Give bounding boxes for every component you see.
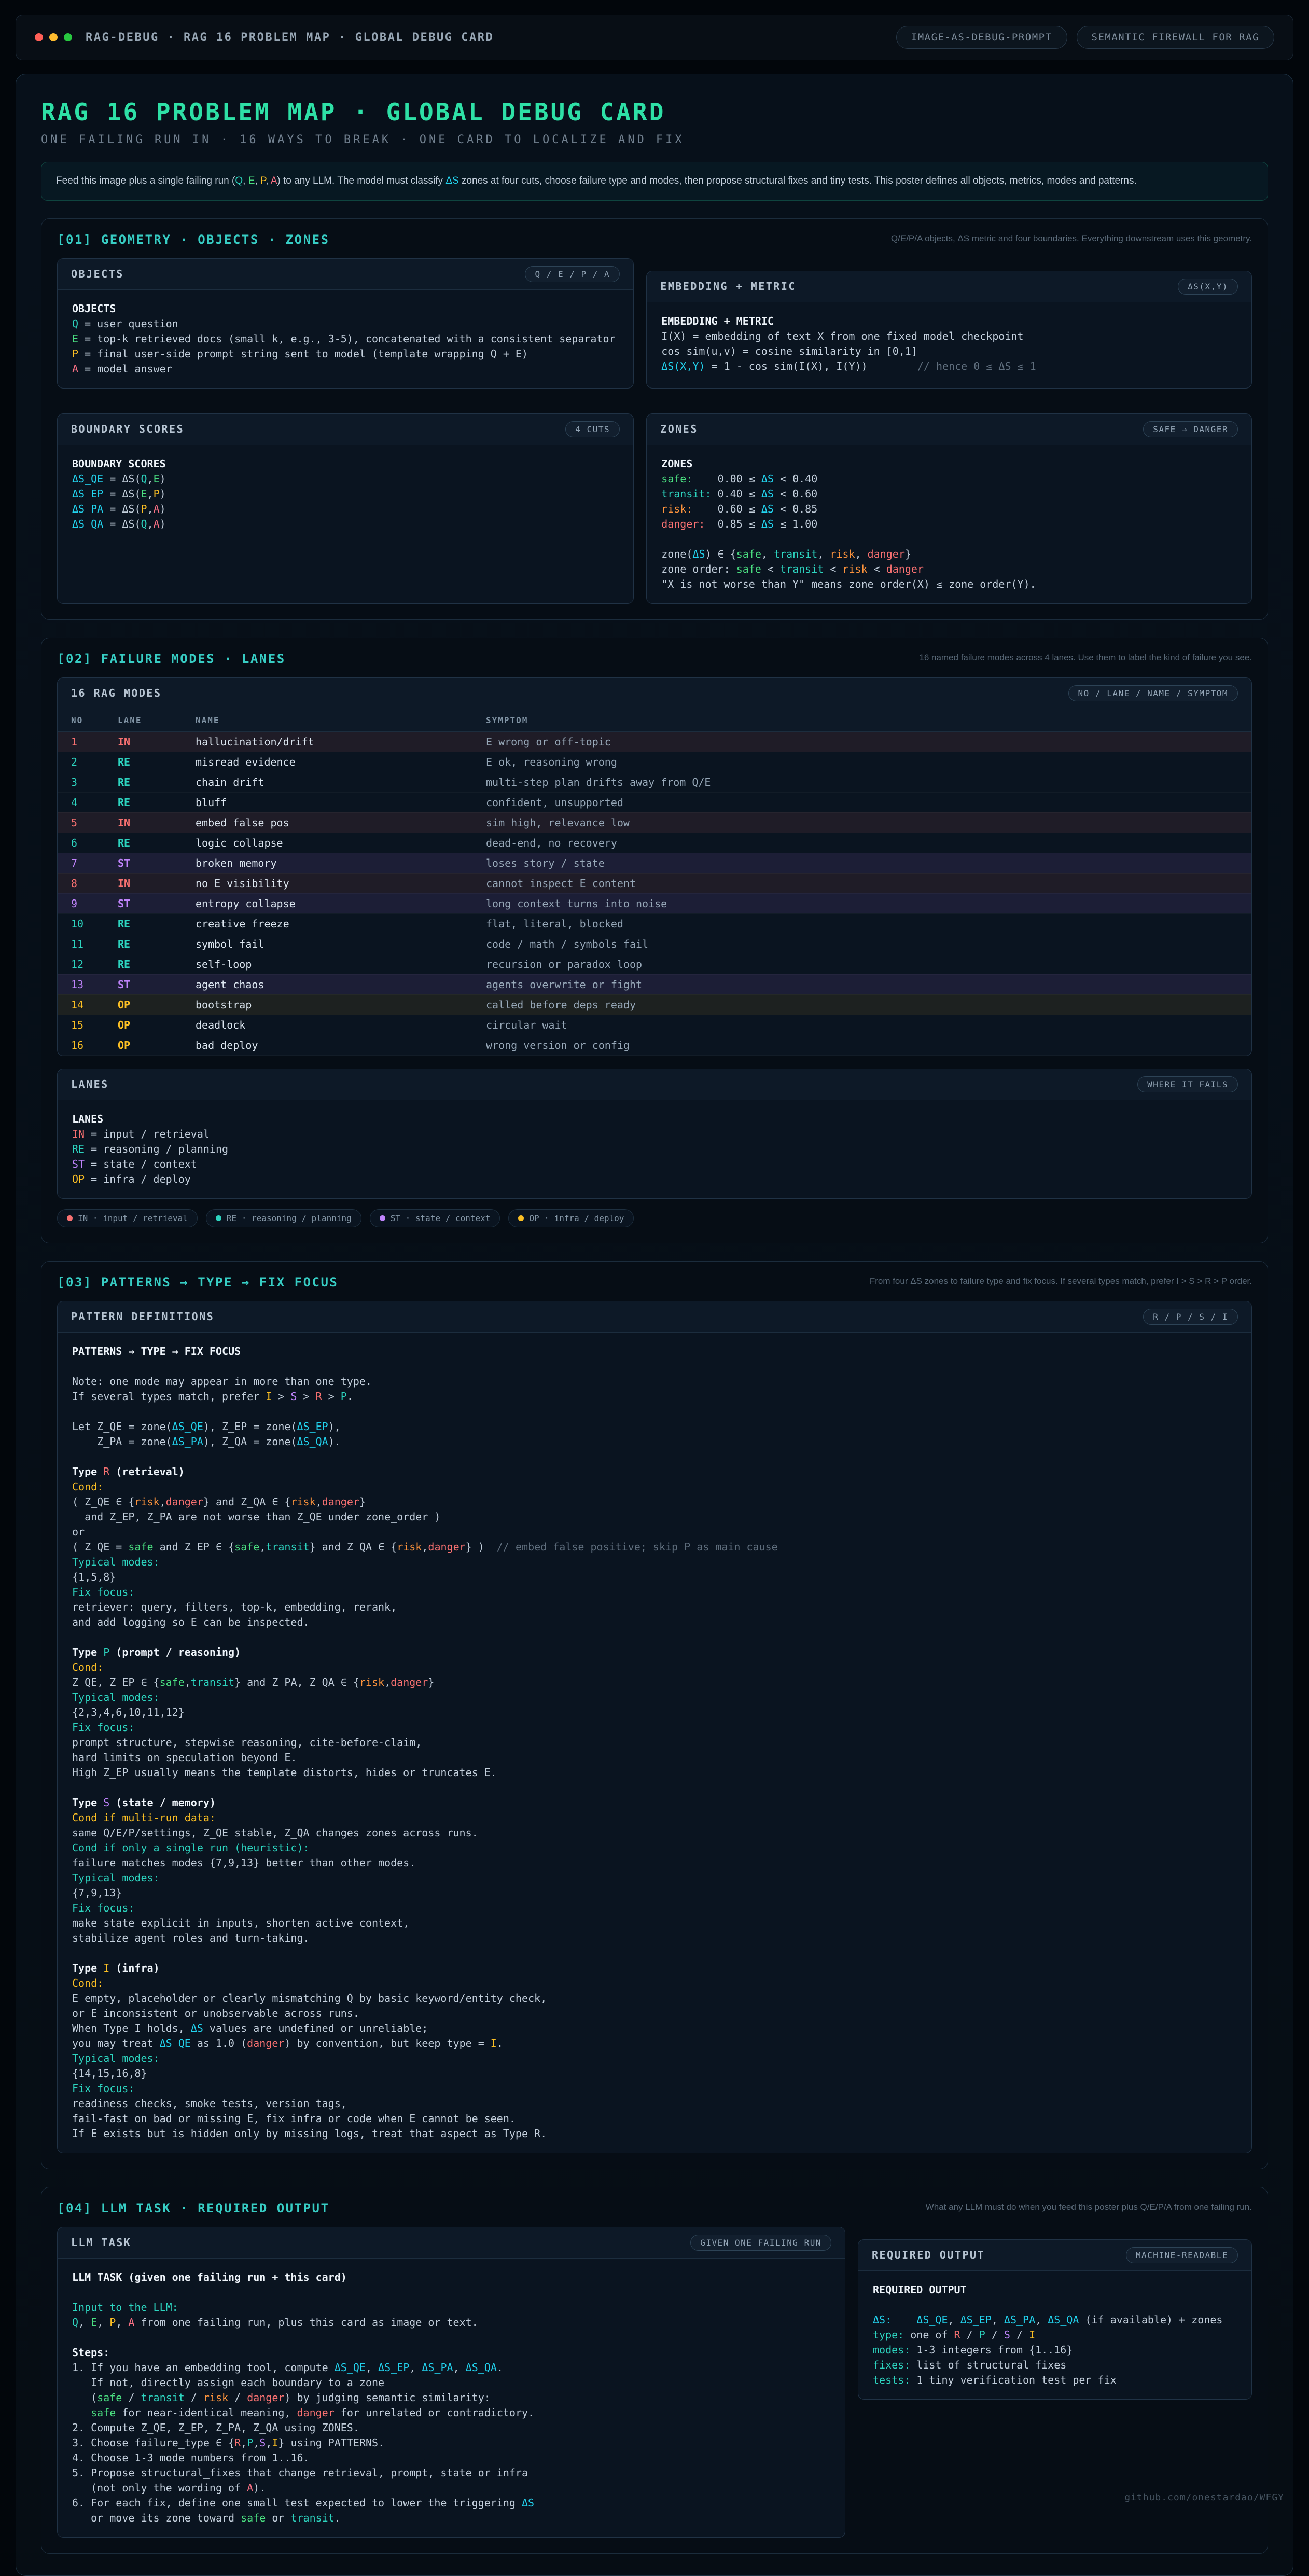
lane-legend: IN · input / retrieval RE · reasoning / p… (57, 1209, 1252, 1227)
legend-label: ST · state / context (391, 1213, 491, 1223)
legend-label: RE · reasoning / planning (227, 1213, 352, 1223)
panel-llm-task: LLM TASK GIVEN ONE FAILING RUN LLM TASK … (57, 2227, 845, 2538)
panel-embedding-badge: ΔS(X,Y) (1178, 279, 1238, 295)
section-patterns-note: From four ΔS zones to failure type and f… (870, 1275, 1252, 1288)
table-row: 3REchain driftmulti-step plan drifts awa… (58, 772, 1251, 792)
panel-output-badge: MACHINE-READABLE (1126, 2247, 1238, 2263)
panel-modes-badge: NO / LANE / NAME / SYMPTOM (1068, 685, 1238, 701)
close-window-icon[interactable] (35, 33, 43, 41)
panel-patterns-badge: R / P / S / I (1143, 1309, 1238, 1325)
panel-output-label: REQUIRED OUTPUT (872, 2249, 985, 2261)
poster-card: RAG 16 PROBLEM MAP · GLOBAL DEBUG CARD O… (16, 74, 1293, 2576)
panel-modes-label: 16 RAG MODES (71, 687, 162, 699)
col-header-symptom: SYMPTOM (472, 709, 1251, 732)
panel-pattern-definitions: PATTERN DEFINITIONS R / P / S / I PATTER… (57, 1301, 1252, 2153)
table-row: 7STbroken memoryloses story / state (58, 853, 1251, 873)
section-failure-modes: [02] FAILURE MODES · LANES 16 named fail… (41, 638, 1268, 1243)
table-row: 16OPbad deploywrong version or config (58, 1035, 1251, 1055)
zones-code-block: ZONESsafe: 0.00 ≤ ΔS < 0.40transit: 0.40… (647, 445, 1251, 603)
legend-chip: IN · input / retrieval (57, 1209, 198, 1227)
section-patterns-title: [03] PATTERNS → TYPE → FIX FOCUS (57, 1275, 338, 1290)
boundary-code-block: BOUNDARY SCORESΔS_QE = ΔS(Q,E)ΔS_EP = ΔS… (58, 445, 633, 543)
titlebar-badges: IMAGE-AS-DEBUG-PROMPT SEMANTIC FIREWALL … (896, 26, 1274, 49)
section-geometry-note: Q/E/P/A objects, ΔS metric and four boun… (891, 232, 1252, 245)
image-as-debug-prompt-pill[interactable]: IMAGE-AS-DEBUG-PROMPT (896, 26, 1067, 49)
col-header-no: NO (58, 709, 104, 732)
panel-boundary-badge: 4 CUTS (565, 421, 620, 437)
panel-zones-label: ZONES (660, 423, 698, 435)
page-title: RAG 16 PROBLEM MAP · GLOBAL DEBUG CARD (41, 98, 1268, 126)
table-row: 6RElogic collapsedead-end, no recovery (58, 833, 1251, 853)
panel-objects-badge: Q / E / P / A (525, 266, 620, 282)
table-row: 1INhallucination/driftE wrong or off-top… (58, 731, 1251, 752)
col-header-lane: LANE (104, 709, 182, 732)
panel-task-label: LLM TASK (71, 2236, 131, 2249)
lane-st-dot-icon (380, 1215, 385, 1221)
panel-patterns-label: PATTERN DEFINITIONS (71, 1310, 214, 1323)
section-task-title: [04] LLM TASK · REQUIRED OUTPUT (57, 2201, 329, 2215)
footer-link[interactable]: github.com/onestardao/WFGY (1124, 2492, 1284, 2503)
panel-boundary-scores: BOUNDARY SCORES 4 CUTS BOUNDARY SCORESΔS… (57, 413, 634, 604)
table-row: 10REcreative freezeflat, literal, blocke… (58, 913, 1251, 934)
maximize-window-icon[interactable] (64, 33, 72, 41)
window-title: RAG-DEBUG · RAG 16 PROBLEM MAP · GLOBAL … (86, 31, 494, 44)
embedding-code-block: EMBEDDING + METRICI(X) = embedding of te… (647, 302, 1251, 385)
table-row: 8INno E visibilitycannot inspect E conte… (58, 873, 1251, 893)
panel-lanes-badge: WHERE IT FAILS (1137, 1076, 1238, 1092)
panel-zones-badge: SAFE → DANGER (1143, 421, 1238, 437)
intro-banner: Feed this image plus a single failing ru… (41, 162, 1268, 201)
section-llm-task: [04] LLM TASK · REQUIRED OUTPUT What any… (41, 2187, 1268, 2554)
section-geometry-title: [01] GEOMETRY · OBJECTS · ZONES (57, 232, 329, 247)
panel-objects: OBJECTS Q / E / P / A OBJECTSQ = user qu… (57, 258, 634, 389)
table-row: 2REmisread evidenceE ok, reasoning wrong (58, 752, 1251, 772)
section-geometry: [01] GEOMETRY · OBJECTS · ZONES Q/E/P/A … (41, 218, 1268, 620)
panel-objects-label: OBJECTS (71, 268, 124, 280)
traffic-light-dots (35, 33, 72, 41)
table-row: 14OPbootstrapcalled before deps ready (58, 994, 1251, 1015)
panel-required-output: REQUIRED OUTPUT MACHINE-READABLE REQUIRE… (858, 2239, 1252, 2400)
table-row: 15OPdeadlockcircular wait (58, 1015, 1251, 1035)
legend-label: OP · infra / deploy (529, 1213, 624, 1223)
legend-chip: RE · reasoning / planning (206, 1209, 361, 1227)
modes-table: NO LANE NAME SYMPTOM 1INhallucination/dr… (58, 709, 1251, 1056)
panel-16-rag-modes: 16 RAG MODES NO / LANE / NAME / SYMPTOM … (57, 677, 1252, 1056)
section-modes-note: 16 named failure modes across 4 lanes. U… (919, 652, 1252, 664)
lane-op-dot-icon (518, 1215, 524, 1221)
legend-label: IN · input / retrieval (78, 1213, 188, 1223)
panel-lanes-label: LANES (71, 1078, 109, 1090)
lane-in-dot-icon (67, 1215, 73, 1221)
panel-zones: ZONES SAFE → DANGER ZONESsafe: 0.00 ≤ ΔS… (646, 413, 1252, 604)
panel-boundary-label: BOUNDARY SCORES (71, 423, 184, 435)
patterns-code-block: PATTERNS → TYPE → FIX FOCUS Note: one mo… (58, 1333, 1251, 2153)
lane-re-dot-icon (216, 1215, 221, 1221)
table-header-row: NO LANE NAME SYMPTOM (58, 709, 1251, 732)
section-modes-title: [02] FAILURE MODES · LANES (57, 652, 286, 666)
table-row: 4REbluffconfident, unsupported (58, 792, 1251, 812)
table-row: 5INembed false possim high, relevance lo… (58, 812, 1251, 833)
objects-code-block: OBJECTSQ = user questionE = top-k retrie… (58, 290, 633, 388)
llm-task-code-block: LLM TASK (given one failing run + this c… (58, 2259, 845, 2537)
panel-embedding-label: EMBEDDING + METRIC (660, 280, 796, 293)
legend-chip: OP · infra / deploy (508, 1209, 634, 1227)
section-task-note: What any LLM must do when you feed this … (926, 2201, 1252, 2214)
section-patterns: [03] PATTERNS → TYPE → FIX FOCUS From fo… (41, 1261, 1268, 2169)
minimize-window-icon[interactable] (49, 33, 58, 41)
panel-task-badge: GIVEN ONE FAILING RUN (690, 2235, 831, 2251)
legend-chip: ST · state / context (370, 1209, 500, 1227)
table-row: 9STentropy collapselong context turns in… (58, 893, 1251, 913)
window-titlebar: RAG-DEBUG · RAG 16 PROBLEM MAP · GLOBAL … (16, 15, 1293, 60)
col-header-name: NAME (182, 709, 472, 732)
lanes-code-block: LANESIN = input / retrievalRE = reasonin… (58, 1100, 1251, 1198)
table-row: 12REself-looprecursion or paradox loop (58, 954, 1251, 974)
required-output-code-block: REQUIRED OUTPUT ΔS: ΔS_QE, ΔS_EP, ΔS_PA,… (858, 2271, 1251, 2399)
table-row: 11REsymbol failcode / math / symbols fai… (58, 934, 1251, 954)
table-row: 13STagent chaosagents overwrite or fight (58, 974, 1251, 994)
panel-lanes: LANES WHERE IT FAILS LANESIN = input / r… (57, 1069, 1252, 1199)
page-subtitle: ONE FAILING RUN IN · 16 WAYS TO BREAK · … (41, 133, 1268, 146)
semantic-firewall-pill[interactable]: SEMANTIC FIREWALL FOR RAG (1077, 26, 1274, 49)
panel-embedding-metric: EMBEDDING + METRIC ΔS(X,Y) EMBEDDING + M… (646, 271, 1252, 389)
